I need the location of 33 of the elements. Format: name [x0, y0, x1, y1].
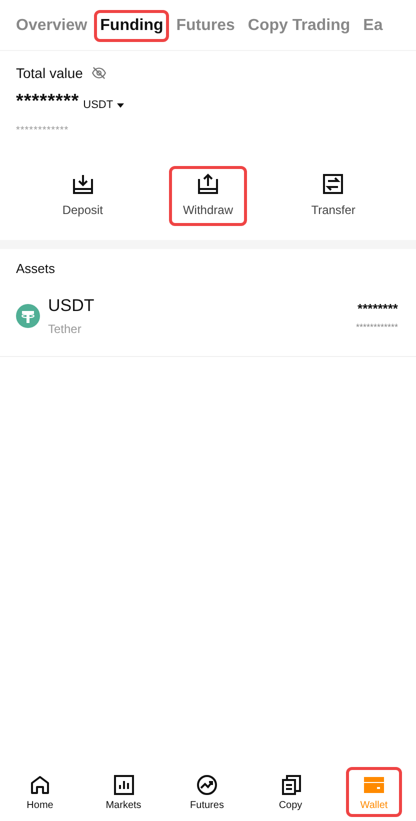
section-title: Assets: [15, 261, 56, 276]
nav-item[interactable]: Copy: [262, 767, 318, 817]
tab[interactable]: Funding: [94, 10, 170, 42]
tab[interactable]: Ea: [357, 10, 389, 42]
hidden-eye-icon[interactable]: [90, 65, 107, 81]
currency-dropdown[interactable]: USDT: [83, 99, 124, 113]
coin-icon: [16, 304, 40, 328]
nav-item[interactable]: Home: [12, 767, 68, 817]
bar-chart-icon: [112, 774, 134, 796]
asset-name: Tether: [48, 322, 82, 336]
home-icon: [29, 774, 51, 796]
action-button[interactable]: Deposit: [44, 166, 122, 226]
total-value: ********: [16, 91, 80, 113]
transfer-icon: [322, 173, 344, 195]
asset-row[interactable]: USDT Tether ******** ************: [0, 276, 416, 357]
tab[interactable]: Overview: [10, 10, 94, 42]
caret-icon: [117, 102, 124, 108]
asset-amount: ********: [358, 300, 398, 316]
download-icon: [72, 173, 94, 195]
asset-symbol: USDT: [48, 296, 94, 316]
upload-icon: [196, 173, 219, 195]
wallet-icon: [363, 774, 385, 796]
action-button[interactable]: Transfer: [294, 166, 372, 226]
trend-icon: [196, 774, 218, 796]
nav-item[interactable]: Markets: [96, 767, 152, 817]
total-value-label: Total value: [16, 65, 83, 81]
copy-icon: [280, 774, 302, 796]
action-button[interactable]: Withdraw: [168, 166, 247, 226]
sub-value: ************: [16, 125, 69, 136]
tab[interactable]: Copy Trading: [242, 10, 356, 42]
tab[interactable]: Futures: [170, 10, 241, 42]
nav-item[interactable]: Futures: [179, 767, 235, 817]
asset-value: ************: [356, 322, 398, 332]
